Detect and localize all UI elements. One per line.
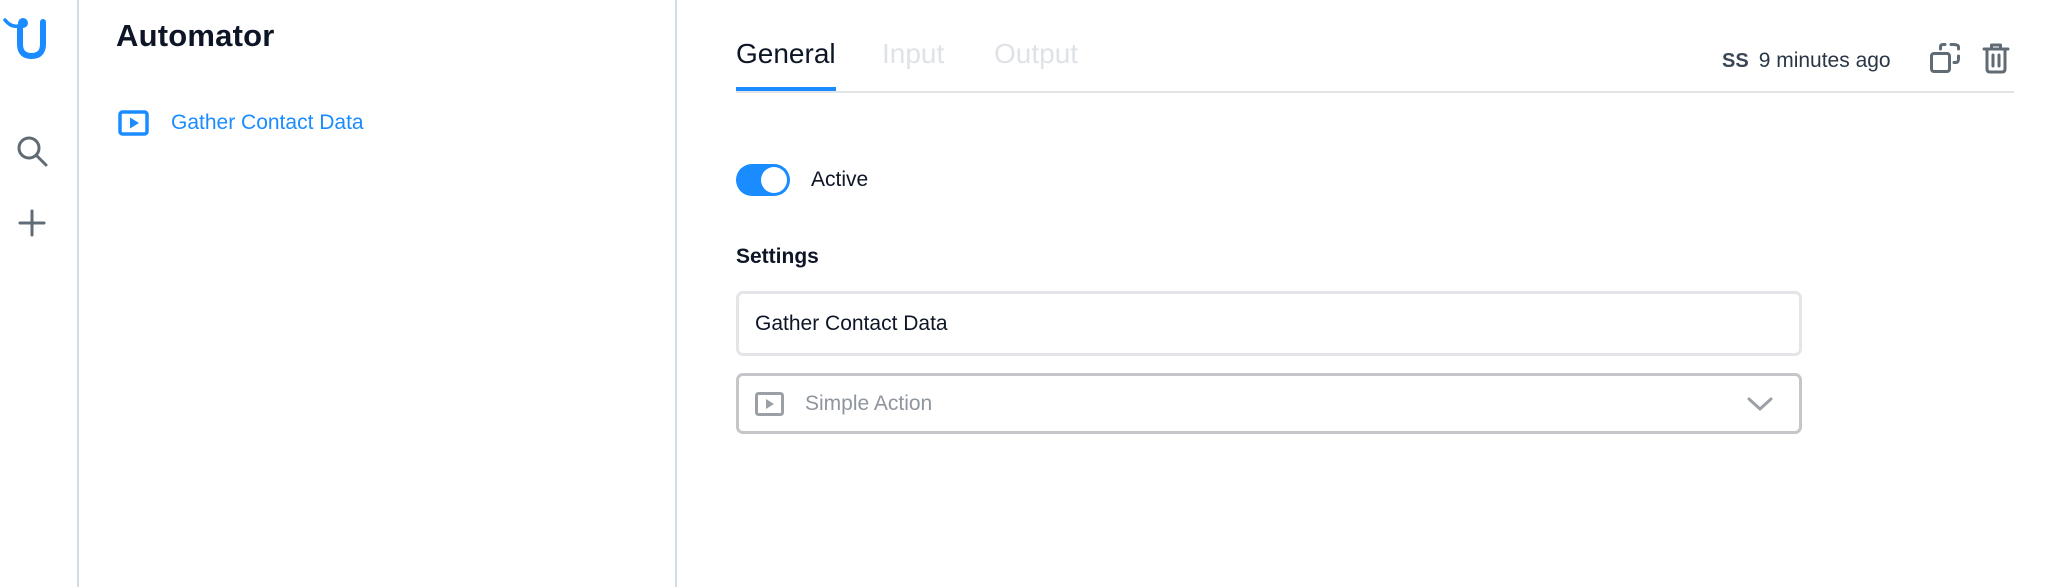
- user-initials: SS: [1722, 49, 1749, 72]
- search-button[interactable]: [12, 133, 52, 173]
- action-type-value: Simple Action: [805, 391, 933, 415]
- play-square-icon: [755, 391, 784, 416]
- trash-icon: [1982, 42, 2010, 79]
- search-icon: [15, 134, 49, 173]
- tab-input[interactable]: Input: [882, 38, 944, 91]
- plus-icon: [18, 209, 46, 242]
- automation-name-input[interactable]: [736, 291, 1802, 356]
- tab-general[interactable]: General: [736, 38, 836, 91]
- duplicate-button[interactable]: [1928, 42, 1962, 78]
- play-square-icon: [118, 110, 149, 136]
- active-tab-indicator: [736, 87, 836, 91]
- brand-logo-icon[interactable]: [3, 14, 49, 60]
- last-edited-info: SS 9 minutes ago: [1722, 46, 1891, 76]
- active-toggle-label: Active: [811, 167, 869, 191]
- detail-panel: General Input Output SS 9 minutes ago Ac…: [677, 0, 2048, 587]
- settings-heading: Settings: [736, 245, 819, 268]
- active-toggle[interactable]: [736, 163, 790, 196]
- tab-output[interactable]: Output: [994, 38, 1078, 91]
- icon-rail: [0, 0, 79, 587]
- updated-timestamp: 9 minutes ago: [1758, 49, 1891, 72]
- list-item[interactable]: Gather Contact Data: [118, 105, 364, 141]
- automator-list-panel: Automator Gather Contact Data: [79, 0, 677, 587]
- toggle-knob: [761, 166, 787, 193]
- panel-title: Automator: [116, 18, 275, 53]
- add-button[interactable]: [12, 205, 52, 245]
- active-toggle-row: Active: [736, 163, 868, 196]
- action-type-select[interactable]: Simple Action: [736, 373, 1802, 434]
- delete-button[interactable]: [1979, 42, 2013, 78]
- list-item-label: Gather Contact Data: [171, 111, 364, 134]
- duplicate-icon: [1929, 42, 1961, 79]
- chevron-down-icon: [1747, 396, 1773, 412]
